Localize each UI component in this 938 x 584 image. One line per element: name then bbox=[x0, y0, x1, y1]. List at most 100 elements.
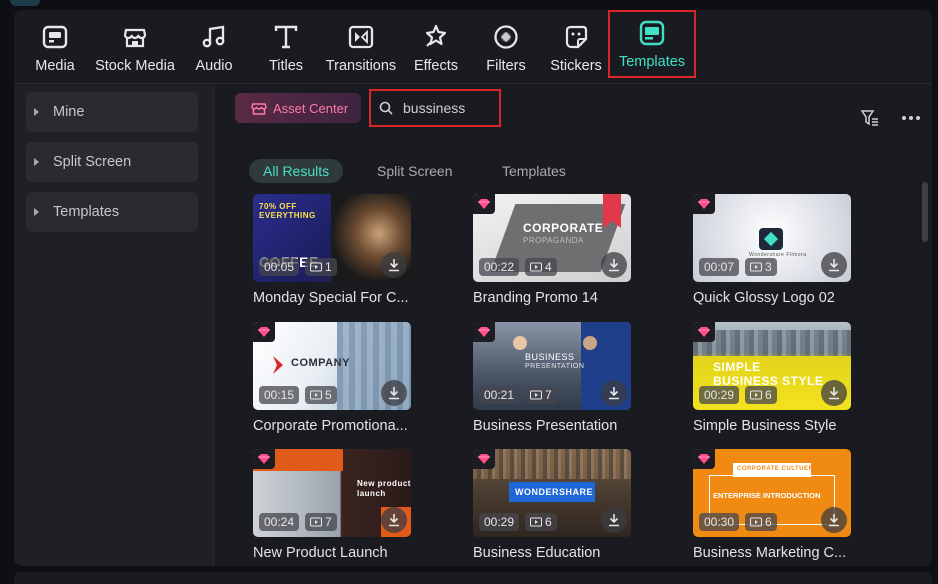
premium-gem-icon bbox=[473, 449, 495, 469]
asset-center-button[interactable]: Asset Center bbox=[235, 93, 361, 123]
clip-icon bbox=[530, 390, 542, 400]
clip-count-badge: 6 bbox=[745, 513, 777, 531]
template-thumbnail: CORPORATE PROPAGANDA 00:22 4 bbox=[473, 194, 631, 282]
more-options-icon[interactable] bbox=[901, 109, 921, 127]
duration-badge: 00:05 bbox=[259, 258, 300, 276]
template-card[interactable]: SIMPLE BUSINESS STYLE 00:29 6 Simple Bus… bbox=[693, 322, 851, 434]
template-title: Business Education bbox=[473, 545, 601, 561]
download-icon[interactable] bbox=[601, 380, 627, 406]
template-title: Monday Special For C... bbox=[253, 290, 409, 306]
clip-icon bbox=[750, 517, 762, 527]
tool-templates[interactable]: Templates bbox=[608, 10, 696, 78]
download-icon[interactable] bbox=[601, 252, 627, 278]
filter-icon[interactable] bbox=[861, 109, 879, 127]
template-card[interactable]: CORPORATE CULTUER ENTERPRISE INTRODUCTIO… bbox=[693, 449, 851, 561]
template-thumbnail: BUSINESS PRESENTATION 00:21 7 bbox=[473, 322, 631, 410]
clip-count-badge: 5 bbox=[305, 386, 337, 404]
titles-icon bbox=[271, 22, 301, 52]
duration-badge: 00:21 bbox=[479, 386, 520, 404]
template-thumbnail: CORPORATE CULTUER ENTERPRISE INTRODUCTIO… bbox=[693, 449, 851, 537]
category-sidebar: Mine Split Screen Templates bbox=[14, 85, 214, 566]
clip-icon bbox=[750, 262, 762, 272]
filmora-logo-icon bbox=[759, 228, 783, 250]
duration-badge: 00:24 bbox=[259, 513, 300, 531]
premium-gem-icon bbox=[693, 322, 715, 342]
duration-badge: 00:07 bbox=[699, 258, 740, 276]
duration-badge: 00:29 bbox=[699, 386, 740, 404]
duration-badge: 00:30 bbox=[699, 513, 740, 531]
clip-count-badge: 6 bbox=[525, 513, 557, 531]
stock-media-icon bbox=[120, 22, 150, 52]
template-thumbnail: Wondershare Filmora 00:07 3 bbox=[693, 194, 851, 282]
template-card[interactable]: CORPORATE PROPAGANDA 00:22 4 Branding Pr… bbox=[473, 194, 631, 306]
template-card[interactable]: COMPANY 00:15 5 Corporate Promotiona... bbox=[253, 322, 411, 434]
template-card[interactable]: BUSINESS PRESENTATION 00:21 7 Business P… bbox=[473, 322, 631, 434]
template-title: Corporate Promotiona... bbox=[253, 418, 408, 434]
templates-icon bbox=[637, 18, 667, 48]
media-icon bbox=[40, 22, 70, 52]
filmora-panel: Media Stock Media Audio Titles Transitio… bbox=[14, 10, 932, 566]
tool-audio[interactable]: Audio bbox=[190, 10, 238, 80]
search-input[interactable]: bussiness bbox=[369, 89, 501, 127]
asset-center-icon bbox=[251, 103, 267, 115]
window-top-strip bbox=[0, 0, 938, 10]
premium-gem-icon bbox=[253, 322, 275, 342]
template-thumbnail: SIMPLE BUSINESS STYLE 00:29 6 bbox=[693, 322, 851, 410]
duration-badge: 00:22 bbox=[479, 258, 520, 276]
template-thumbnail: WONDERSHARE 00:29 6 bbox=[473, 449, 631, 537]
sidebar-item-split-screen[interactable]: Split Screen bbox=[26, 142, 198, 182]
audio-icon bbox=[199, 22, 229, 52]
expand-arrow-icon bbox=[34, 158, 39, 166]
duration-badge: 00:29 bbox=[479, 513, 520, 531]
premium-gem-icon bbox=[473, 322, 495, 342]
template-card[interactable]: New product launch 00:24 7 New Product L… bbox=[253, 449, 411, 561]
tool-media[interactable]: Media bbox=[26, 10, 84, 80]
clip-icon bbox=[530, 517, 542, 527]
tab-templates[interactable]: Templates bbox=[488, 159, 580, 183]
tool-titles[interactable]: Titles bbox=[262, 10, 310, 80]
clip-icon bbox=[310, 390, 322, 400]
tool-filters[interactable]: Filters bbox=[482, 10, 530, 80]
sidebar-item-mine[interactable]: Mine bbox=[26, 92, 198, 132]
filters-icon bbox=[491, 22, 521, 52]
clip-icon bbox=[310, 517, 322, 527]
download-icon[interactable] bbox=[381, 507, 407, 533]
premium-gem-icon bbox=[693, 194, 715, 214]
template-title: Simple Business Style bbox=[693, 418, 837, 434]
effects-icon bbox=[421, 22, 451, 52]
clip-count-badge: 7 bbox=[525, 386, 557, 404]
sidebar-item-templates[interactable]: Templates bbox=[26, 192, 198, 232]
clip-icon bbox=[750, 390, 762, 400]
clip-count-badge: 6 bbox=[745, 386, 777, 404]
window-tab-nub bbox=[10, 0, 40, 6]
template-thumbnail: COMPANY 00:15 5 bbox=[253, 322, 411, 410]
tab-split-screen[interactable]: Split Screen bbox=[363, 159, 466, 183]
template-title: Branding Promo 14 bbox=[473, 290, 598, 306]
template-title: New Product Launch bbox=[253, 545, 388, 561]
download-icon[interactable] bbox=[821, 252, 847, 278]
template-card[interactable]: WONDERSHARE 00:29 6 Business Education bbox=[473, 449, 631, 561]
clip-count-badge: 4 bbox=[525, 258, 557, 276]
tool-stock-media[interactable]: Stock Media bbox=[92, 10, 178, 80]
premium-gem-icon bbox=[253, 449, 275, 469]
asset-toolbar: Media Stock Media Audio Titles Transitio… bbox=[14, 10, 932, 84]
expand-arrow-icon bbox=[34, 108, 39, 116]
tool-transitions[interactable]: Transitions bbox=[324, 10, 398, 80]
premium-gem-icon bbox=[693, 449, 715, 469]
tab-all-results[interactable]: All Results bbox=[249, 159, 344, 183]
tool-effects[interactable]: Effects bbox=[412, 10, 460, 80]
template-card[interactable]: 70% OFF EVERYTHING COFFEE 00:05 1 Monday… bbox=[253, 194, 411, 306]
download-icon[interactable] bbox=[381, 252, 407, 278]
download-icon[interactable] bbox=[601, 507, 627, 533]
clip-count-badge: 3 bbox=[745, 258, 777, 276]
duration-badge: 00:15 bbox=[259, 386, 300, 404]
download-icon[interactable] bbox=[381, 380, 407, 406]
download-icon[interactable] bbox=[821, 380, 847, 406]
template-card[interactable]: Wondershare Filmora 00:07 3 Quick Glossy… bbox=[693, 194, 851, 306]
download-icon[interactable] bbox=[821, 507, 847, 533]
expand-arrow-icon bbox=[34, 208, 39, 216]
vertical-scrollbar[interactable] bbox=[922, 182, 928, 242]
stickers-icon bbox=[561, 22, 591, 52]
premium-gem-icon bbox=[473, 194, 495, 214]
tool-stickers[interactable]: Stickers bbox=[548, 10, 604, 80]
